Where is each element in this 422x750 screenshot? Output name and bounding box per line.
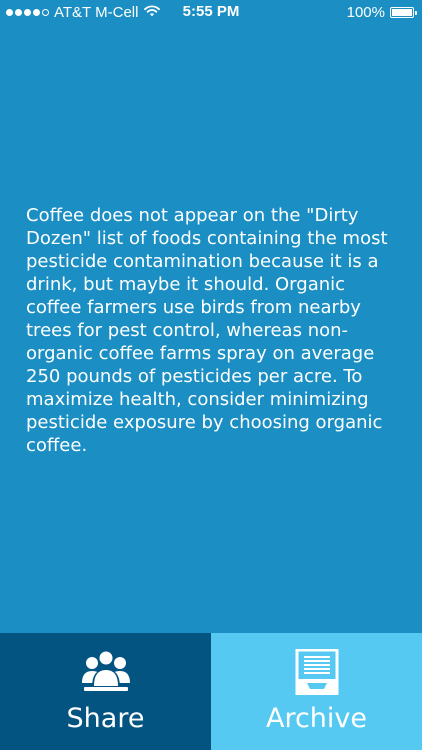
fact-text: Coffee does not appear on the "Dirty Doz… [26, 205, 388, 456]
tab-bar: Share Archive [0, 633, 422, 750]
status-right: 100% [346, 3, 417, 21]
people-icon [78, 649, 134, 697]
archive-box-icon [295, 648, 339, 699]
battery-cap [415, 10, 417, 15]
archive-label: Archive [265, 703, 368, 734]
battery-percentage: 100% [346, 3, 385, 21]
status-bar: AT&T M-Cell 5:55 PM 100% [0, 0, 422, 24]
share-tab[interactable]: Share [0, 633, 211, 750]
battery-icon [390, 6, 417, 18]
share-label: Share [66, 703, 145, 734]
battery-fill [392, 8, 412, 16]
archive-tab[interactable]: Archive [211, 633, 422, 750]
